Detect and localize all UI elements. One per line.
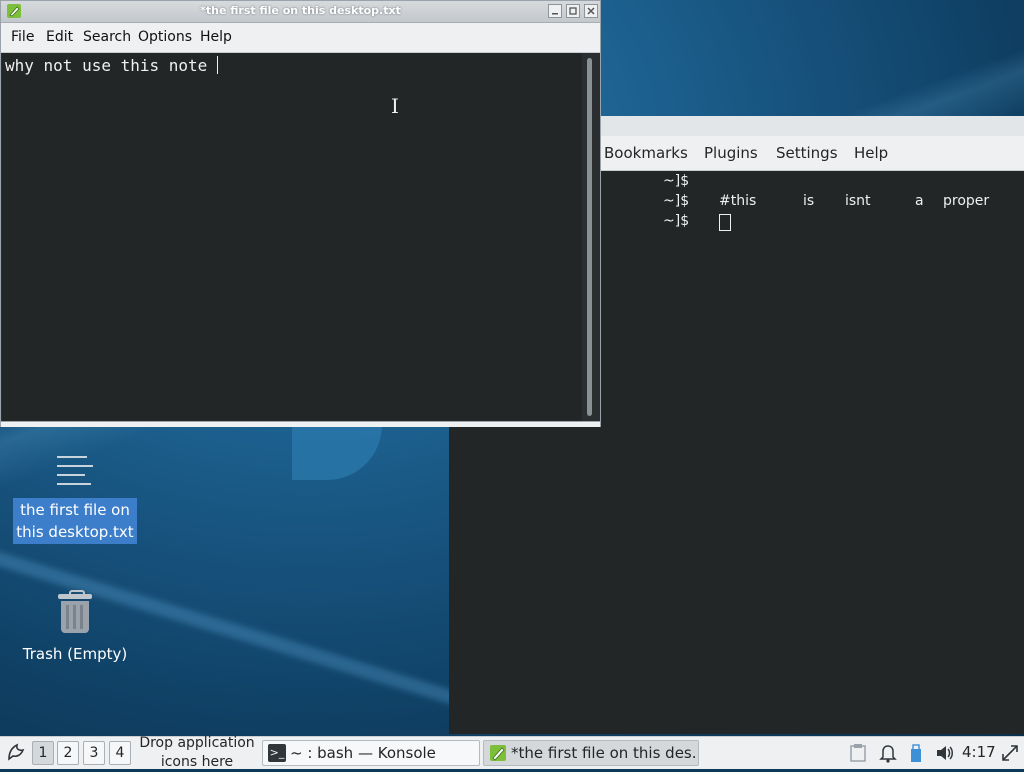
editor-menubar: File Edit Search Options Help xyxy=(1,23,600,53)
terminal-word: #this xyxy=(719,193,757,209)
minimize-icon xyxy=(552,13,558,15)
task-konsole[interactable]: >_ ~ : bash — Konsole xyxy=(262,740,480,766)
scrollbar-thumb[interactable] xyxy=(587,58,592,416)
menu-plugins[interactable]: Plugins xyxy=(704,144,758,162)
desktop-file-icon[interactable]: the first file on this desktop.txt xyxy=(10,452,140,544)
terminal-word: is xyxy=(803,193,815,209)
close-button[interactable] xyxy=(584,4,598,18)
application-menu-button[interactable] xyxy=(4,741,28,765)
terminal-cursor xyxy=(719,214,731,231)
trash-icon xyxy=(58,590,92,634)
prompt: ~]$ xyxy=(663,213,690,229)
desktop-file-label: the first file on this desktop.txt xyxy=(13,498,137,544)
terminal-word: proper xyxy=(943,193,990,209)
text-caret xyxy=(216,56,218,74)
maximize-button[interactable] xyxy=(566,4,580,18)
desktop-switch-2[interactable]: 2 xyxy=(57,741,79,765)
prompt: ~]$ xyxy=(663,173,690,189)
menu-search[interactable]: Search xyxy=(83,29,131,45)
launcher-drop-area[interactable]: Drop application icons here xyxy=(134,734,260,772)
terminal-word: isnt xyxy=(845,193,871,209)
editor-title: *the first file on this desktop.txt xyxy=(200,4,401,17)
show-desktop-icon[interactable] xyxy=(1000,741,1020,765)
text-editor-window[interactable]: *the first file on this desktop.txt File… xyxy=(0,0,601,427)
clipboard-icon[interactable] xyxy=(848,741,868,765)
task-label: ~ : bash — Konsole xyxy=(290,744,436,762)
editor-text-area[interactable]: why not use this note I xyxy=(2,53,582,421)
trash-label: Trash (Empty) xyxy=(22,645,128,663)
editor-content: why not use this note xyxy=(5,56,218,75)
editor-bottom-edge xyxy=(1,421,600,427)
desktop-trash[interactable]: Trash (Empty) xyxy=(10,590,140,666)
menu-edit[interactable]: Edit xyxy=(46,29,73,45)
prompt: ~]$ xyxy=(663,193,690,209)
close-icon xyxy=(587,7,595,15)
bell-icon[interactable] xyxy=(878,741,898,765)
terminal-word: a xyxy=(915,193,924,209)
menu-options[interactable]: Options xyxy=(138,29,192,45)
desktop-switch-3[interactable]: 3 xyxy=(83,741,105,765)
task-text-editor[interactable]: *the first file on this des... xyxy=(483,740,699,766)
text-file-icon xyxy=(53,452,97,492)
desktop-switch-1[interactable]: 1 xyxy=(32,741,54,765)
minimize-button[interactable] xyxy=(548,4,562,18)
menu-file[interactable]: File xyxy=(11,29,34,45)
maximize-icon xyxy=(569,7,577,15)
app-launcher-icon xyxy=(8,743,25,761)
menu-bookmarks[interactable]: Bookmarks xyxy=(604,144,688,162)
menu-help[interactable]: Help xyxy=(854,144,888,162)
menu-help[interactable]: Help xyxy=(200,29,232,45)
mouse-ibeam-cursor: I xyxy=(391,94,399,118)
desktop-switch-4[interactable]: 4 xyxy=(109,741,131,765)
editor-vertical-scrollbar[interactable] xyxy=(582,53,599,422)
usb-icon[interactable] xyxy=(906,741,926,765)
terminal-icon: >_ xyxy=(268,744,286,762)
clock[interactable]: 4:17 xyxy=(962,743,996,761)
wallpaper-shape xyxy=(292,425,382,480)
editor-titlebar[interactable]: *the first file on this desktop.txt xyxy=(1,1,600,23)
taskbar: 1 2 3 4 Drop application icons here >_ ~ … xyxy=(0,734,1024,772)
leafpad-icon xyxy=(490,745,506,761)
task-label: *the first file on this des... xyxy=(511,744,699,762)
menu-settings[interactable]: Settings xyxy=(776,144,838,162)
volume-icon[interactable] xyxy=(934,741,956,765)
